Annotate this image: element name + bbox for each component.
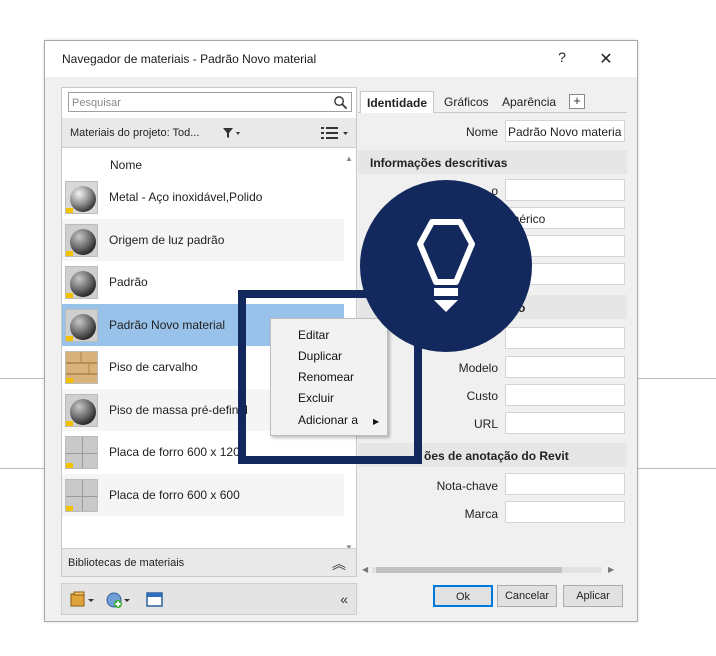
project-materials-label: Materiais do projeto: Tod... xyxy=(70,127,200,139)
mark-label: Marca xyxy=(464,507,498,521)
tab-graphics[interactable]: Gráficos xyxy=(438,91,495,113)
filter-icon[interactable] xyxy=(222,127,242,139)
description-field[interactable] xyxy=(505,179,625,201)
material-label: Padrão Novo material xyxy=(109,317,226,332)
search-icon[interactable] xyxy=(333,95,348,110)
help-button[interactable]: ? xyxy=(551,49,573,69)
stage: Navegador de materiais - Padrão Novo mat… xyxy=(0,0,716,656)
editor-tabs: Identidade Gráficos Aparência + xyxy=(358,87,627,113)
material-list-item[interactable]: Origem de luz padrão xyxy=(62,218,344,261)
material-label: Piso de massa pré-definid xyxy=(109,402,248,417)
name-field[interactable]: Padrão Novo materia xyxy=(505,120,625,142)
material-label: Placa de forro 600 x 600 xyxy=(109,487,240,502)
descriptive-info-title: Informações descritivas xyxy=(370,156,508,170)
tab-identity[interactable]: Identidade xyxy=(360,91,435,113)
url-label: URL xyxy=(473,417,498,431)
menu-item-duplicate[interactable]: Duplicar xyxy=(298,349,342,363)
scroll-up-icon[interactable]: ▲ xyxy=(345,154,353,163)
cost-field[interactable] xyxy=(505,384,625,406)
scroll-right-icon[interactable]: ▶ xyxy=(608,565,614,574)
descriptive-info-header[interactable]: Informações descritivas xyxy=(358,150,627,174)
tip-badge xyxy=(360,180,532,352)
add-material-icon[interactable] xyxy=(106,591,132,609)
collapse-up-icon[interactable]: ︽ xyxy=(332,554,346,574)
material-thumbnail-icon xyxy=(65,181,98,214)
mark-field[interactable] xyxy=(505,501,625,523)
model-label: Modelo xyxy=(458,361,498,375)
material-libraries-bar[interactable]: Bibliotecas de materiais ︽ xyxy=(62,548,356,576)
material-list-item[interactable]: Metal - Aço inoxidável,Polido xyxy=(62,176,344,219)
keynote-label: Nota-chave xyxy=(436,479,498,493)
menu-item-delete[interactable]: Excluir xyxy=(298,391,334,405)
search-input[interactable]: Pesquisar xyxy=(68,92,352,112)
ok-button[interactable]: Ok xyxy=(433,585,493,607)
menu-item-rename[interactable]: Renomear xyxy=(298,370,354,384)
submenu-arrow-icon: ▶ xyxy=(373,417,380,426)
material-thumbnail-icon xyxy=(65,266,98,299)
name-value: Padrão Novo materia xyxy=(508,125,622,139)
material-list-item[interactable]: Placa de forro 600 x 600 xyxy=(62,473,344,516)
dialog-title: Navegador de materiais - Padrão Novo mat… xyxy=(62,52,317,66)
class-field[interactable]: enérico xyxy=(505,207,625,229)
horizontal-scrollbar[interactable]: ◀ ▶ xyxy=(362,565,616,575)
material-thumbnail-icon xyxy=(65,393,98,427)
url-field[interactable] xyxy=(505,412,625,434)
material-label: Metal - Aço inoxidável,Polido xyxy=(109,190,263,204)
collapse-left-icon[interactable]: « xyxy=(340,591,348,607)
keynote-field[interactable] xyxy=(505,473,625,495)
tab-appearance[interactable]: Aparência xyxy=(496,91,562,113)
model-field[interactable] xyxy=(505,356,625,378)
context-menu: Editar Duplicar Renomear Excluir Adicion… xyxy=(270,318,388,436)
material-libraries-label: Bibliotecas de materiais xyxy=(68,557,185,569)
material-thumbnail-icon xyxy=(65,436,98,469)
close-button[interactable]: ✕ xyxy=(595,49,617,69)
project-materials-row: Materiais do projeto: Tod... xyxy=(62,118,356,148)
panel-icon[interactable] xyxy=(146,591,164,609)
name-label: Nome xyxy=(465,125,498,139)
add-tab-button[interactable]: + xyxy=(569,94,585,109)
material-thumbnail-icon xyxy=(65,223,98,257)
scroll-thumb[interactable] xyxy=(376,567,562,573)
menu-item-edit[interactable]: Editar xyxy=(298,328,329,342)
title-bar: Navegador de materiais - Padrão Novo mat… xyxy=(45,41,637,77)
search-placeholder: Pesquisar xyxy=(72,97,121,109)
revit-annotation-title: ões de anotação do Revit xyxy=(424,449,569,463)
column-name: Nome xyxy=(110,158,143,172)
material-thumbnail-icon xyxy=(65,478,98,512)
list-options-icon[interactable] xyxy=(320,126,350,140)
material-thumbnail-icon xyxy=(65,308,98,342)
cancel-button[interactable]: Cancelar xyxy=(497,585,557,607)
apply-button[interactable]: Aplicar xyxy=(563,585,623,607)
material-thumbnail-icon xyxy=(65,351,98,384)
scroll-left-icon[interactable]: ◀ xyxy=(362,565,368,574)
material-label: Origem de luz padrão xyxy=(109,232,225,247)
manufacturer-field[interactable] xyxy=(505,327,625,349)
cost-label: Custo xyxy=(466,389,498,403)
material-label: Placa de forro 600 x 1200 xyxy=(109,445,247,459)
menu-item-add-to[interactable]: Adicionar a xyxy=(298,413,358,427)
library-icon[interactable] xyxy=(70,591,96,609)
material-label: Piso de carvalho xyxy=(109,360,198,374)
list-column-header[interactable]: Nome xyxy=(62,152,344,176)
material-label: Padrão xyxy=(109,275,148,289)
lightbulb-icon xyxy=(417,219,475,312)
library-toolbar: « xyxy=(61,583,357,615)
